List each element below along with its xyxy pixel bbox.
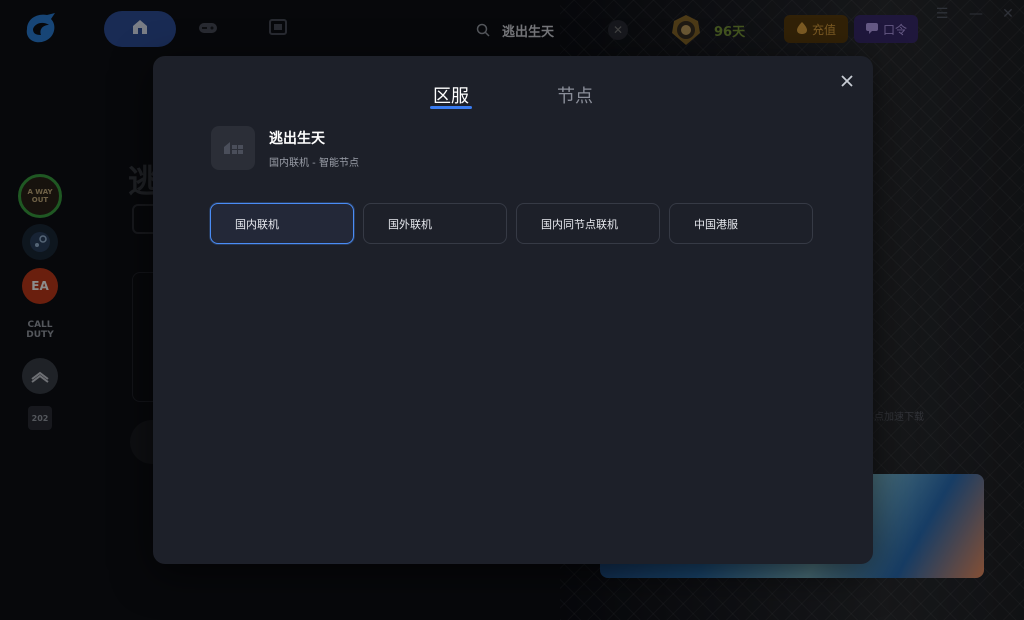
close-dialog-button[interactable] bbox=[835, 70, 859, 94]
region-option-domestic-same-node[interactable]: 国内同节点联机 bbox=[516, 203, 660, 244]
server-select-dialog: 区服 节点 逃出生天 国内联机 - 智能节点 国内联机 国外联机 国内同节点联机… bbox=[153, 56, 873, 564]
close-icon bbox=[840, 73, 854, 92]
region-option-hong-kong[interactable]: 中国港服 bbox=[669, 203, 813, 244]
dialog-tabs: 区服 节点 bbox=[153, 82, 873, 112]
game-name: 逃出生天 bbox=[269, 130, 325, 147]
game-placeholder-icon bbox=[211, 126, 255, 170]
tab-region[interactable]: 区服 bbox=[433, 82, 469, 108]
region-options: 国内联机 国外联机 国内同节点联机 中国港服 bbox=[210, 203, 813, 244]
active-tab-indicator bbox=[430, 106, 472, 109]
selected-game-info: 逃出生天 国内联机 - 智能节点 bbox=[211, 126, 359, 170]
region-option-domestic[interactable]: 国内联机 bbox=[210, 203, 354, 244]
region-option-overseas[interactable]: 国外联机 bbox=[363, 203, 507, 244]
game-subtitle: 国内联机 - 智能节点 bbox=[269, 157, 359, 169]
tab-node[interactable]: 节点 bbox=[557, 82, 593, 108]
